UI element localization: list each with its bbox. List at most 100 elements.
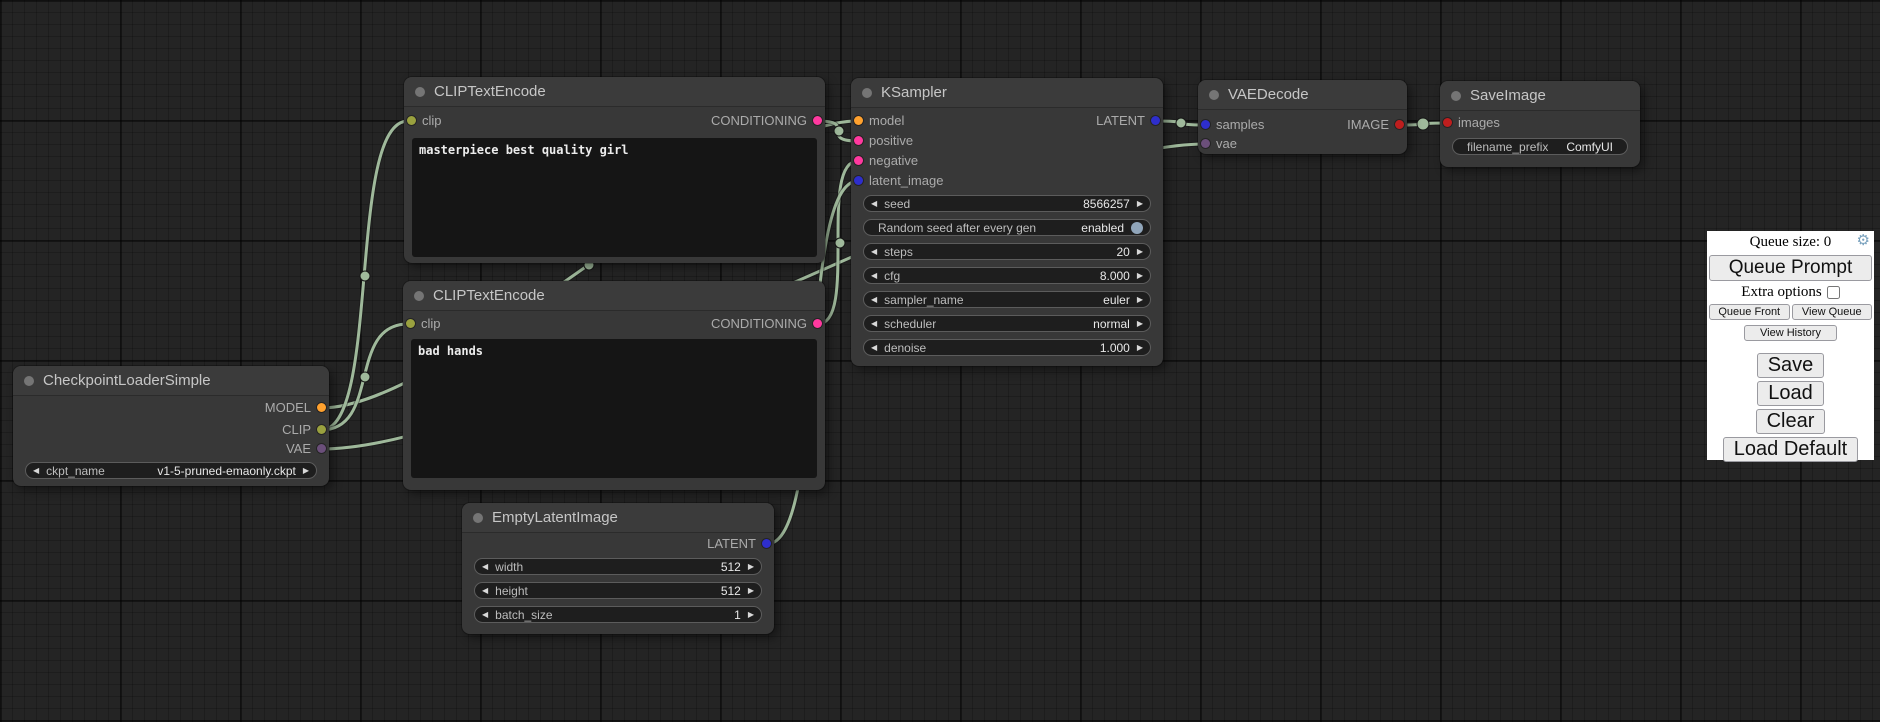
clip-slot-dot[interactable] (317, 425, 326, 434)
output-slot-latent[interactable]: LATENT (851, 113, 1163, 129)
vae-slot-dot[interactable] (1201, 139, 1210, 148)
widget-denoise[interactable]: ◀ denoise 1.000 ▶ (863, 339, 1151, 356)
node-clip-text-encode-negative[interactable]: CLIPTextEncode clip CONDITIONING bad han… (403, 281, 825, 490)
arrow-left-icon[interactable]: ◀ (871, 248, 877, 256)
load-button[interactable]: Load (1757, 381, 1824, 406)
widget-sampler-name[interactable]: ◀ sampler_name euler ▶ (863, 291, 1151, 308)
arrow-right-icon[interactable]: ▶ (1137, 320, 1143, 328)
slot-label: CONDITIONING (711, 316, 807, 331)
arrow-right-icon[interactable]: ▶ (1137, 296, 1143, 304)
conditioning-slot-dot[interactable] (813, 319, 822, 328)
model-slot-dot[interactable] (317, 403, 326, 412)
collapse-dot-icon[interactable] (1451, 91, 1461, 101)
queue-prompt-button[interactable]: Queue Prompt (1709, 255, 1872, 281)
widget-batch-size[interactable]: ◀ batch_size 1 ▶ (474, 606, 762, 623)
arrow-right-icon[interactable]: ▶ (303, 467, 309, 475)
node-checkpoint-loader[interactable]: CheckpointLoaderSimple MODEL CLIP VAE ◀ … (13, 366, 329, 486)
widget-scheduler[interactable]: ◀ scheduler normal ▶ (863, 315, 1151, 332)
node-title: CLIPTextEncode (434, 83, 546, 100)
vae-slot-dot[interactable] (317, 444, 326, 453)
collapse-dot-icon[interactable] (415, 87, 425, 97)
latent-slot-dot[interactable] (854, 176, 863, 185)
output-slot-latent[interactable]: LATENT (462, 536, 774, 552)
node-title-bar[interactable]: CLIPTextEncode (403, 281, 825, 311)
node-title-bar[interactable]: SaveImage (1440, 81, 1640, 111)
view-history-button[interactable]: View History (1744, 325, 1838, 341)
input-slot-negative[interactable]: negative (851, 153, 1163, 169)
collapse-dot-icon[interactable] (24, 376, 34, 386)
widget-width[interactable]: ◀ width 512 ▶ (474, 558, 762, 575)
collapse-dot-icon[interactable] (862, 88, 872, 98)
input-slot-latent-image[interactable]: latent_image (851, 173, 1163, 189)
arrow-right-icon[interactable]: ▶ (748, 611, 754, 619)
input-slot-images[interactable]: images (1440, 115, 1640, 131)
collapse-dot-icon[interactable] (473, 513, 483, 523)
collapse-dot-icon[interactable] (414, 291, 424, 301)
node-ksampler[interactable]: KSampler model positive negative latent_… (851, 78, 1163, 366)
arrow-left-icon[interactable]: ◀ (482, 611, 488, 619)
node-clip-text-encode-positive[interactable]: CLIPTextEncode clip CONDITIONING masterp… (404, 77, 825, 263)
output-slot-model[interactable]: MODEL (13, 400, 329, 416)
arrow-left-icon[interactable]: ◀ (871, 344, 877, 352)
widget-cfg[interactable]: ◀ cfg 8.000 ▶ (863, 267, 1151, 284)
image-slot-dot[interactable] (1395, 120, 1404, 129)
image-slot-dot[interactable] (1443, 118, 1452, 127)
node-save-image[interactable]: SaveImage images filename_prefix ComfyUI (1440, 81, 1640, 167)
slot-label: VAE (286, 441, 311, 456)
node-title-bar[interactable]: VAEDecode (1198, 80, 1407, 110)
widget-height[interactable]: ◀ height 512 ▶ (474, 582, 762, 599)
output-slot-clip[interactable]: CLIP (13, 422, 329, 438)
widget-random-seed-toggle[interactable]: Random seed after every gen enabled (863, 219, 1151, 236)
arrow-left-icon[interactable]: ◀ (871, 320, 877, 328)
gear-icon[interactable]: ⚙ (1857, 234, 1870, 249)
arrow-right-icon[interactable]: ▶ (1137, 344, 1143, 352)
arrow-left-icon[interactable]: ◀ (871, 200, 877, 208)
input-slot-positive[interactable]: positive (851, 133, 1163, 149)
ckpt-name-widget[interactable]: ◀ ckpt_name v1-5-pruned-emaonly.ckpt ▶ (25, 462, 317, 479)
view-queue-button[interactable]: View Queue (1792, 304, 1873, 320)
latent-slot-dot[interactable] (762, 539, 771, 548)
toggle-on-icon[interactable] (1131, 222, 1143, 234)
collapse-dot-icon[interactable] (1209, 90, 1219, 100)
input-slot-vae[interactable]: vae (1198, 136, 1407, 152)
filename-prefix-widget[interactable]: filename_prefix ComfyUI (1452, 138, 1628, 155)
extra-options-checkbox[interactable] (1827, 286, 1840, 299)
arrow-right-icon[interactable]: ▶ (1137, 248, 1143, 256)
arrow-right-icon[interactable]: ▶ (748, 587, 754, 595)
output-slot-conditioning[interactable]: CONDITIONING (404, 113, 825, 129)
arrow-left-icon[interactable]: ◀ (871, 296, 877, 304)
arrow-right-icon[interactable]: ▶ (1137, 272, 1143, 280)
conditioning-slot-dot[interactable] (813, 116, 822, 125)
node-title-bar[interactable]: CLIPTextEncode (404, 77, 825, 107)
widget-label: denoise (884, 341, 926, 355)
arrow-right-icon[interactable]: ▶ (748, 563, 754, 571)
arrow-left-icon[interactable]: ◀ (33, 467, 39, 475)
arrow-left-icon[interactable]: ◀ (482, 587, 488, 595)
widget-value: 8.000 (1100, 269, 1130, 283)
clear-button[interactable]: Clear (1756, 409, 1826, 434)
prompt-textarea[interactable]: bad hands (411, 339, 817, 478)
slot-label: negative (869, 153, 918, 168)
conditioning-slot-dot[interactable] (854, 136, 863, 145)
arrow-left-icon[interactable]: ◀ (871, 272, 877, 280)
node-title-bar[interactable]: EmptyLatentImage (462, 503, 774, 533)
output-slot-image[interactable]: IMAGE (1198, 117, 1407, 133)
queue-front-button[interactable]: Queue Front (1709, 304, 1790, 320)
arrow-left-icon[interactable]: ◀ (482, 563, 488, 571)
save-button[interactable]: Save (1757, 353, 1825, 378)
node-vae-decode[interactable]: VAEDecode samples vae IMAGE (1198, 80, 1407, 154)
node-title-bar[interactable]: KSampler (851, 78, 1163, 108)
widget-seed[interactable]: ◀ seed 8566257 ▶ (863, 195, 1151, 212)
output-slot-vae[interactable]: VAE (13, 441, 329, 457)
arrow-right-icon[interactable]: ▶ (1137, 200, 1143, 208)
node-title-bar[interactable]: CheckpointLoaderSimple (13, 366, 329, 396)
latent-slot-dot[interactable] (1151, 116, 1160, 125)
output-slot-conditioning[interactable]: CONDITIONING (403, 316, 825, 332)
widget-label: batch_size (495, 608, 552, 622)
prompt-textarea[interactable]: masterpiece best quality girl (412, 138, 817, 257)
widget-label: cfg (884, 269, 900, 283)
conditioning-slot-dot[interactable] (854, 156, 863, 165)
node-empty-latent-image[interactable]: EmptyLatentImage LATENT ◀ width 512 ▶ ◀ … (462, 503, 774, 634)
widget-steps[interactable]: ◀ steps 20 ▶ (863, 243, 1151, 260)
load-default-button[interactable]: Load Default (1723, 437, 1858, 462)
